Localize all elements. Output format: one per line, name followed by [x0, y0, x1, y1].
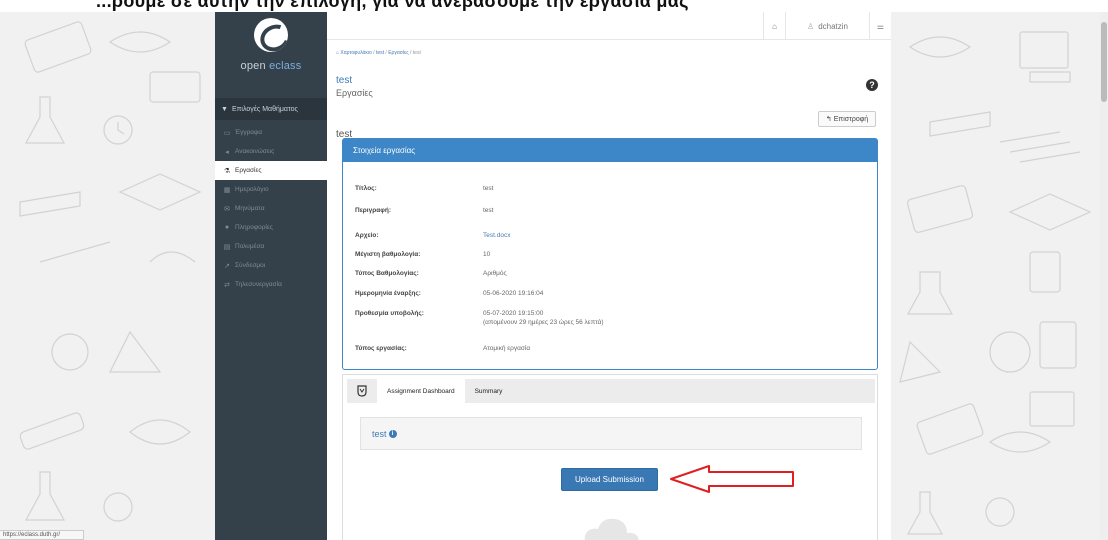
breadcrumb-home[interactable]: ⌂ Χαρτοφυλάκιο: [336, 50, 372, 56]
breadcrumb-section[interactable]: Εργασίες: [388, 50, 408, 56]
panel-heading: Στοιχεία εργασίας: [343, 139, 877, 162]
breadcrumb: ⌂ Χαρτοφυλάκιο / test / Εργασίες / test: [336, 50, 421, 56]
sidebar-item-announcements[interactable]: ◂ Ανακοινώσεις: [215, 142, 327, 161]
detail-key: Τύπος εργασίας:: [355, 345, 407, 352]
detail-value: Αριθμός: [483, 270, 507, 277]
tab-summary[interactable]: Summary: [465, 379, 513, 403]
course-nav: ▭ Έγγραφα ◂ Ανακοινώσεις ⚗ Εργασίες ▦ Ημερολ…: [215, 123, 327, 294]
sidebar-item-links[interactable]: ↗ Σύνδεσμοι: [215, 256, 327, 275]
tools-button[interactable]: ⚌: [869, 12, 891, 40]
user-menu[interactable]: ♙ dchatzin: [785, 12, 869, 40]
sliders-icon: ⚌: [876, 21, 885, 31]
sidebar-item-messages[interactable]: ✉ Μηνύματα: [215, 199, 327, 218]
breadcrumb-course[interactable]: test: [376, 50, 384, 56]
info-icon[interactable]: i: [388, 430, 397, 438]
detail-value: test: [483, 207, 494, 214]
calendar-icon: ▦: [223, 186, 231, 194]
reply-icon: ↰: [825, 116, 832, 123]
folder-icon: ▭: [223, 129, 231, 137]
detail-value: 05-06-2020 19:16:04: [483, 290, 544, 297]
course-title-link[interactable]: test: [336, 75, 352, 86]
cloud-upload-icon: [584, 518, 639, 540]
browser-status-url: https://eclass.duth.gr/: [0, 530, 84, 540]
course-options-toggle[interactable]: ▼ Επιλογές Μαθήματος: [215, 98, 327, 120]
megaphone-icon: ◂: [225, 148, 229, 156]
dashboard-icon: [347, 379, 377, 403]
breadcrumb-current: test: [412, 50, 421, 56]
detail-key: Προθεσμία υποβολής:: [355, 310, 424, 317]
page-scrollbar[interactable]: [1100, 12, 1108, 540]
sidebar-item-info[interactable]: ● Πληροφορίες: [215, 218, 327, 237]
assignment-item: test i: [360, 417, 862, 450]
chevron-down-icon: ▼: [221, 105, 228, 113]
tab-assignment-dashboard[interactable]: Assignment Dashboard: [377, 379, 465, 403]
top-bar: ⌂ ♙ dchatzin ⚌: [327, 12, 891, 40]
exchange-icon: ⇄: [224, 281, 230, 289]
back-label: Επιστροφή: [833, 115, 869, 123]
sidebar-item-documents[interactable]: ▭ Έγγραφα: [215, 123, 327, 142]
assignment-item-title[interactable]: test i: [372, 429, 397, 439]
detail-key: Τίτλος:: [355, 185, 377, 192]
attachment-link[interactable]: Test.docx: [483, 232, 510, 239]
detail-value: 10: [483, 251, 491, 258]
upload-submission-button[interactable]: Upload Submission: [561, 468, 658, 491]
detail-value: 05-07-2020 19:15:00: [483, 310, 544, 317]
assignment-details-panel: Στοιχεία εργασίας Τίτλος: test Περιγραφή:…: [342, 138, 878, 370]
detail-key: Τύπος Βαθμολογίας:: [355, 270, 419, 277]
course-options-label: Επιλογές Μαθήματος: [231, 105, 298, 113]
main-content: ⌂ ♙ dchatzin ⚌ ⌂ Χαρτοφυλάκιο / test / Ε…: [327, 12, 891, 540]
back-button[interactable]: ↰ Επιστροφή: [818, 111, 876, 127]
envelope-icon: ✉: [224, 205, 230, 213]
info-icon: ●: [224, 224, 230, 231]
film-icon: ▤: [223, 243, 231, 251]
detail-key: Ημερομηνία έναρξης:: [355, 290, 421, 297]
sidebar-item-multimedia[interactable]: ▤ Πολυμέσα: [215, 237, 327, 256]
logo-text: open eclass: [240, 60, 302, 72]
logo[interactable]: open eclass: [215, 12, 327, 98]
detail-key: Περιγραφή:: [355, 207, 392, 214]
red-arrow-icon: [670, 465, 794, 493]
flask-icon: ⚗: [223, 167, 231, 175]
sidebar-item-assignments[interactable]: ⚗ Εργασίες: [215, 161, 327, 180]
caption-text: ...ρουμε σε αυτήν την επιλογή, για να αν…: [96, 0, 689, 11]
detail-note: (απομένουν 29 ημέρες 23 ώρες 56 λεπτά): [483, 319, 604, 326]
dashboard-tabs: Assignment Dashboard Summary: [347, 379, 875, 403]
sidebar: open eclass ▼ Επιλογές Μαθήματος ▭ Έγγραφ…: [215, 12, 327, 540]
detail-value: test: [483, 185, 494, 192]
home-icon: ⌂: [772, 21, 777, 31]
detail-key: Αρχείο:: [355, 232, 379, 239]
assignment-dashboard: Assignment Dashboard Summary test i Uploa…: [342, 374, 878, 540]
caption-band: ...ρουμε σε αυτήν την επιλογή, για να αν…: [0, 0, 1108, 12]
page-subtitle: Εργασίες: [336, 88, 373, 98]
logo-icon: [254, 18, 288, 52]
sidebar-item-calendar[interactable]: ▦ Ημερολόγιο: [215, 180, 327, 199]
user-icon: ♙: [807, 21, 815, 31]
username: dchatzin: [818, 21, 848, 31]
sidebar-item-teleconference[interactable]: ⇄ Τηλεσυνεργασία: [215, 275, 327, 294]
detail-key: Μέγιστη βαθμολογία:: [355, 251, 421, 258]
detail-value: Ατομική εργασία: [483, 345, 531, 352]
home-button[interactable]: ⌂: [763, 12, 785, 40]
scrollbar-thumb[interactable]: [1101, 22, 1107, 102]
help-icon[interactable]: ?: [866, 79, 878, 91]
link-icon: ↗: [224, 262, 230, 270]
